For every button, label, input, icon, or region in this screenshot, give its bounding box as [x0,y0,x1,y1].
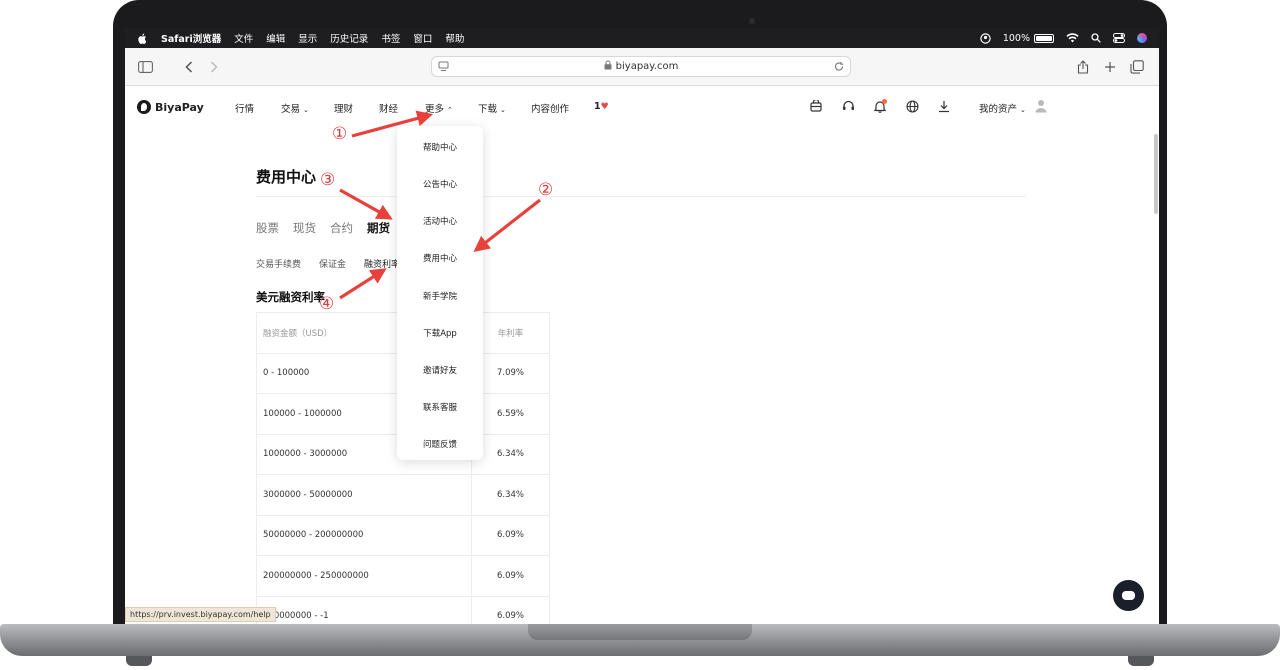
annotation-arrows [339,110,541,300]
step-1-marker: ① [332,124,348,144]
arrow-step-1 [351,110,434,138]
step-3-marker: ③ [320,170,336,190]
step-2-marker: ② [538,180,554,200]
arrow-step-3 [339,188,393,220]
step-4-marker: ④ [319,294,335,314]
arrow-step-2 [473,198,541,252]
arrow-step-4 [339,268,387,300]
